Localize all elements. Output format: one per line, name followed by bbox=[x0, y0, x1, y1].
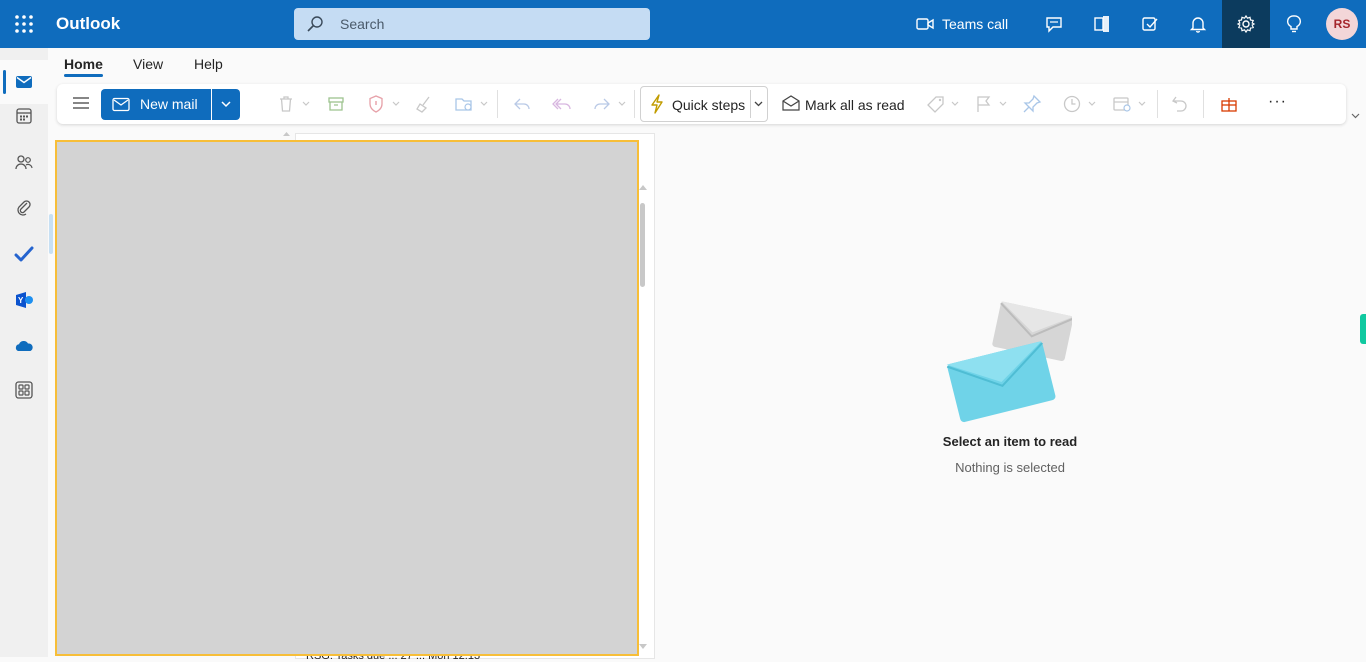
mail-icon bbox=[16, 76, 32, 88]
rail-selection-indicator bbox=[3, 70, 6, 94]
folder-pane-handle[interactable] bbox=[49, 214, 53, 254]
app-title[interactable]: Outlook bbox=[56, 14, 120, 34]
toolbar-divider bbox=[1157, 90, 1158, 118]
new-mail-button[interactable]: New mail bbox=[101, 89, 211, 120]
open-envelope-icon bbox=[782, 95, 800, 111]
office-icon[interactable] bbox=[1092, 14, 1112, 34]
settings-button[interactable] bbox=[1222, 0, 1270, 48]
envelopes-illustration bbox=[946, 301, 1072, 423]
report-shield-icon[interactable] bbox=[366, 94, 386, 114]
gift-icon[interactable] bbox=[1219, 94, 1239, 114]
chevron-down-icon[interactable] bbox=[1138, 101, 1146, 107]
app-launcher-icon[interactable] bbox=[14, 14, 34, 34]
sweep-icon[interactable] bbox=[414, 94, 434, 114]
message-list-highlight bbox=[55, 140, 639, 656]
scroll-up-arrow-icon[interactable] bbox=[639, 184, 647, 190]
quick-steps-split bbox=[750, 90, 751, 118]
scrollbar-thumb[interactable] bbox=[640, 203, 645, 287]
tab-home[interactable]: Home bbox=[64, 56, 103, 72]
tag-icon[interactable] bbox=[926, 94, 946, 114]
reply-icon[interactable] bbox=[512, 94, 532, 114]
tab-view[interactable]: View bbox=[133, 56, 163, 72]
teams-call-button[interactable]: Teams call bbox=[916, 0, 1008, 48]
people-icon[interactable] bbox=[14, 152, 34, 172]
chevron-down-icon[interactable] bbox=[1088, 101, 1096, 107]
mark-all-read-label: Mark all as read bbox=[805, 97, 905, 113]
feedback-icon[interactable] bbox=[1044, 14, 1064, 34]
lightning-icon bbox=[651, 94, 663, 114]
rail-item-mail[interactable] bbox=[0, 60, 48, 104]
top-bar: Outlook Search Teams call RS bbox=[0, 0, 1366, 48]
search-box[interactable]: Search bbox=[294, 8, 650, 40]
search-icon bbox=[307, 16, 323, 32]
attachment-icon[interactable] bbox=[14, 198, 34, 218]
lightbulb-icon[interactable] bbox=[1284, 14, 1304, 34]
video-camera-icon bbox=[916, 18, 934, 30]
chevron-down-icon[interactable] bbox=[392, 101, 400, 107]
toolbar-divider bbox=[1203, 90, 1204, 118]
calendar-icon[interactable] bbox=[14, 106, 34, 126]
chevron-down-icon[interactable] bbox=[480, 101, 488, 107]
rules-icon[interactable] bbox=[1112, 94, 1132, 114]
clock-icon[interactable] bbox=[1062, 94, 1082, 114]
more-apps-icon[interactable] bbox=[14, 380, 34, 400]
more-options-button[interactable]: ··· bbox=[1268, 93, 1287, 111]
chevron-down-icon[interactable] bbox=[951, 101, 959, 107]
ribbon-expand-chevron-icon[interactable] bbox=[1351, 113, 1360, 119]
reading-pane-subtitle: Nothing is selected bbox=[955, 460, 1065, 475]
mail-icon bbox=[112, 97, 130, 112]
new-mail-label: New mail bbox=[140, 96, 198, 112]
collapse-up-icon[interactable] bbox=[282, 131, 291, 137]
delete-icon[interactable] bbox=[276, 94, 296, 114]
archive-icon[interactable] bbox=[326, 94, 346, 114]
teams-call-label: Teams call bbox=[942, 16, 1009, 32]
reading-pane-title: Select an item to read bbox=[942, 434, 1078, 449]
my-day-icon[interactable] bbox=[1140, 14, 1160, 34]
forward-icon[interactable] bbox=[592, 94, 612, 114]
gear-icon bbox=[1236, 14, 1256, 34]
toolbar-divider bbox=[497, 90, 498, 118]
bell-icon[interactable] bbox=[1188, 14, 1208, 34]
onedrive-icon[interactable] bbox=[14, 336, 34, 356]
todo-icon[interactable] bbox=[14, 244, 34, 264]
tab-help[interactable]: Help bbox=[194, 56, 223, 72]
chevron-down-icon[interactable] bbox=[618, 101, 626, 107]
yammer-icon[interactable]: Y bbox=[14, 290, 34, 310]
pin-icon[interactable] bbox=[1022, 94, 1042, 114]
active-tab-indicator bbox=[64, 74, 103, 77]
scroll-down-arrow-icon[interactable] bbox=[639, 644, 647, 650]
reply-all-icon[interactable] bbox=[552, 94, 572, 114]
chevron-down-icon[interactable] bbox=[302, 101, 310, 107]
undo-icon[interactable] bbox=[1170, 94, 1190, 114]
side-panel-tab[interactable] bbox=[1360, 314, 1366, 344]
move-to-folder-icon[interactable] bbox=[454, 94, 474, 114]
chevron-down-icon[interactable] bbox=[754, 101, 763, 107]
svg-text:Y: Y bbox=[18, 296, 24, 305]
search-placeholder: Search bbox=[340, 16, 385, 32]
toolbar-divider bbox=[634, 90, 635, 118]
app-rail: Y bbox=[0, 48, 48, 657]
flag-icon[interactable] bbox=[974, 94, 994, 114]
avatar[interactable]: RS bbox=[1326, 8, 1358, 40]
new-mail-dropdown[interactable] bbox=[212, 89, 240, 120]
chevron-down-icon bbox=[221, 101, 231, 108]
chevron-down-icon[interactable] bbox=[999, 101, 1007, 107]
quick-steps-label: Quick steps bbox=[672, 97, 746, 113]
hamburger-menu-icon[interactable] bbox=[72, 96, 90, 110]
